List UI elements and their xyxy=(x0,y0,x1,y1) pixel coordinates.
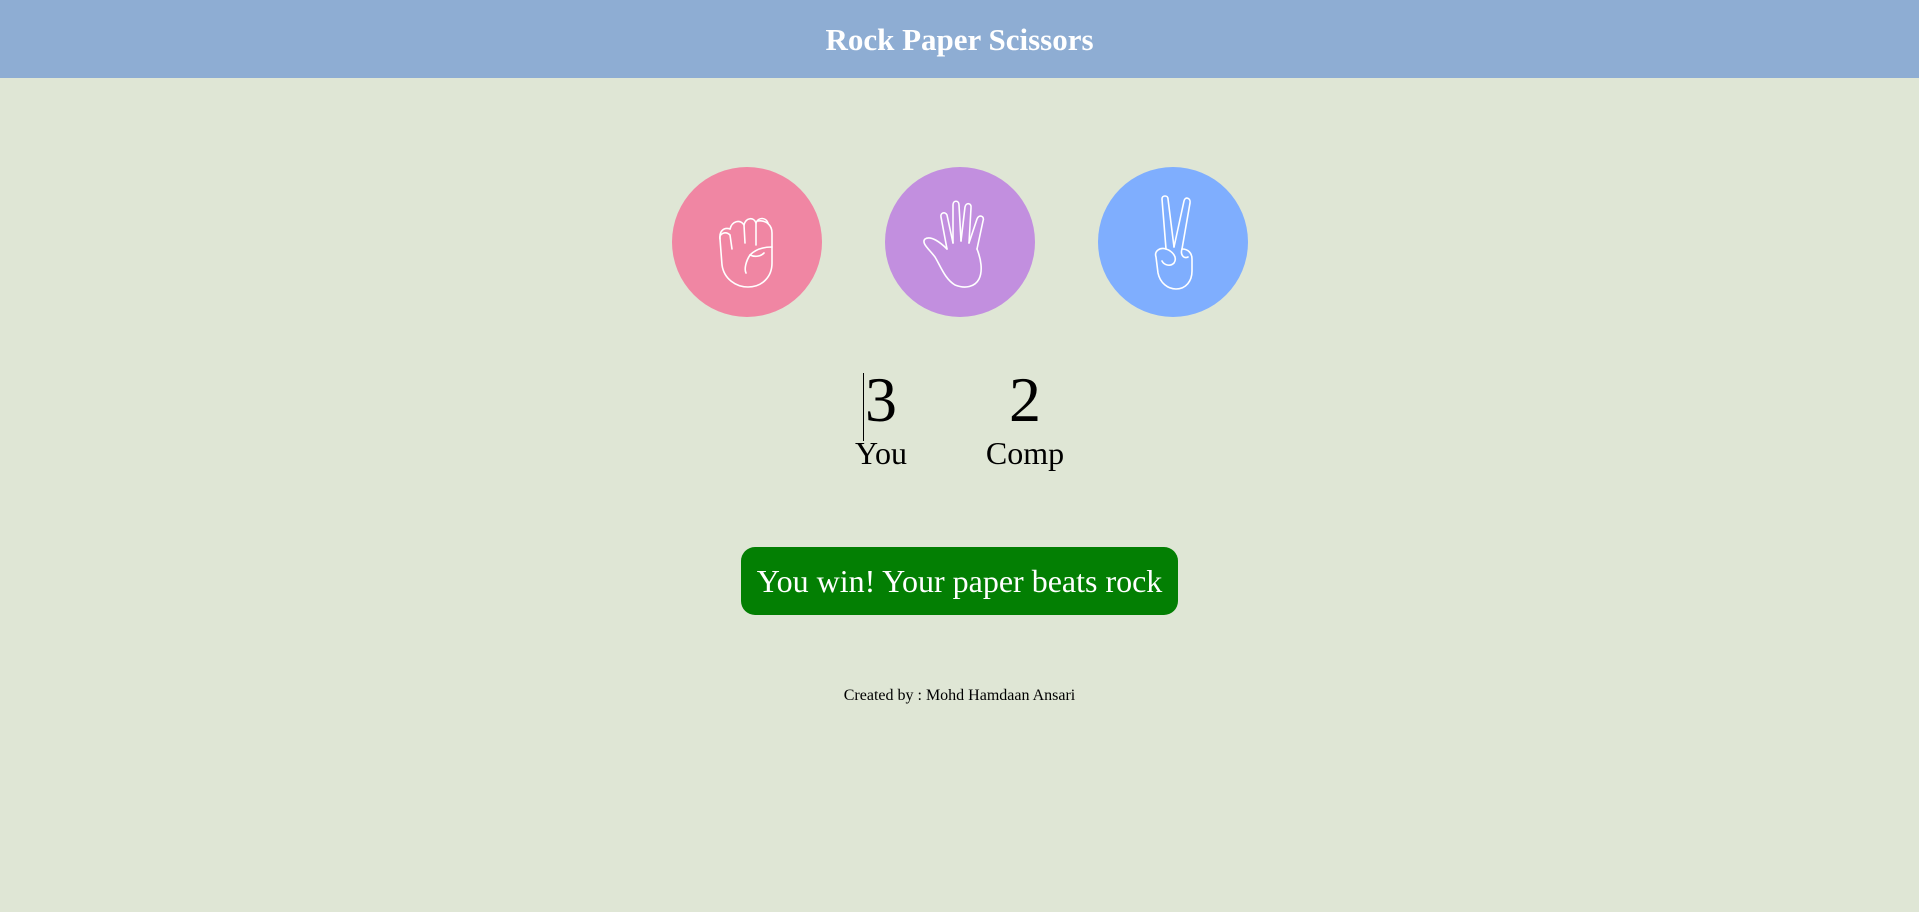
comp-score-label: Comp xyxy=(985,435,1065,471)
scoreboard: 3 You 2 Comp xyxy=(0,365,1919,485)
scissors-choice-button[interactable] xyxy=(1098,167,1248,317)
rock-choice-button[interactable] xyxy=(672,167,822,317)
comp-score: 2 xyxy=(1009,364,1041,435)
fist-icon xyxy=(719,217,773,288)
paper-choice-button[interactable] xyxy=(885,167,1035,317)
page-title: Rock Paper Scissors xyxy=(825,22,1094,57)
footer-credit: Created by : Mohd Hamdaan Ansari xyxy=(843,687,1076,704)
user-score-label: You xyxy=(855,435,907,471)
choices-row xyxy=(0,167,1919,317)
user-score: 3 xyxy=(863,364,897,441)
comp-score-box: 2 Comp xyxy=(965,364,1085,472)
result-message: You win! Your paper beats rock xyxy=(740,547,1179,615)
header-bar: Rock Paper Scissors xyxy=(0,0,1919,78)
message-wrapper: You win! Your paper beats rock xyxy=(0,547,1919,615)
user-score-box: 3 You xyxy=(821,364,941,472)
peace-hand-icon xyxy=(1154,195,1193,290)
open-hand-icon xyxy=(923,200,985,288)
